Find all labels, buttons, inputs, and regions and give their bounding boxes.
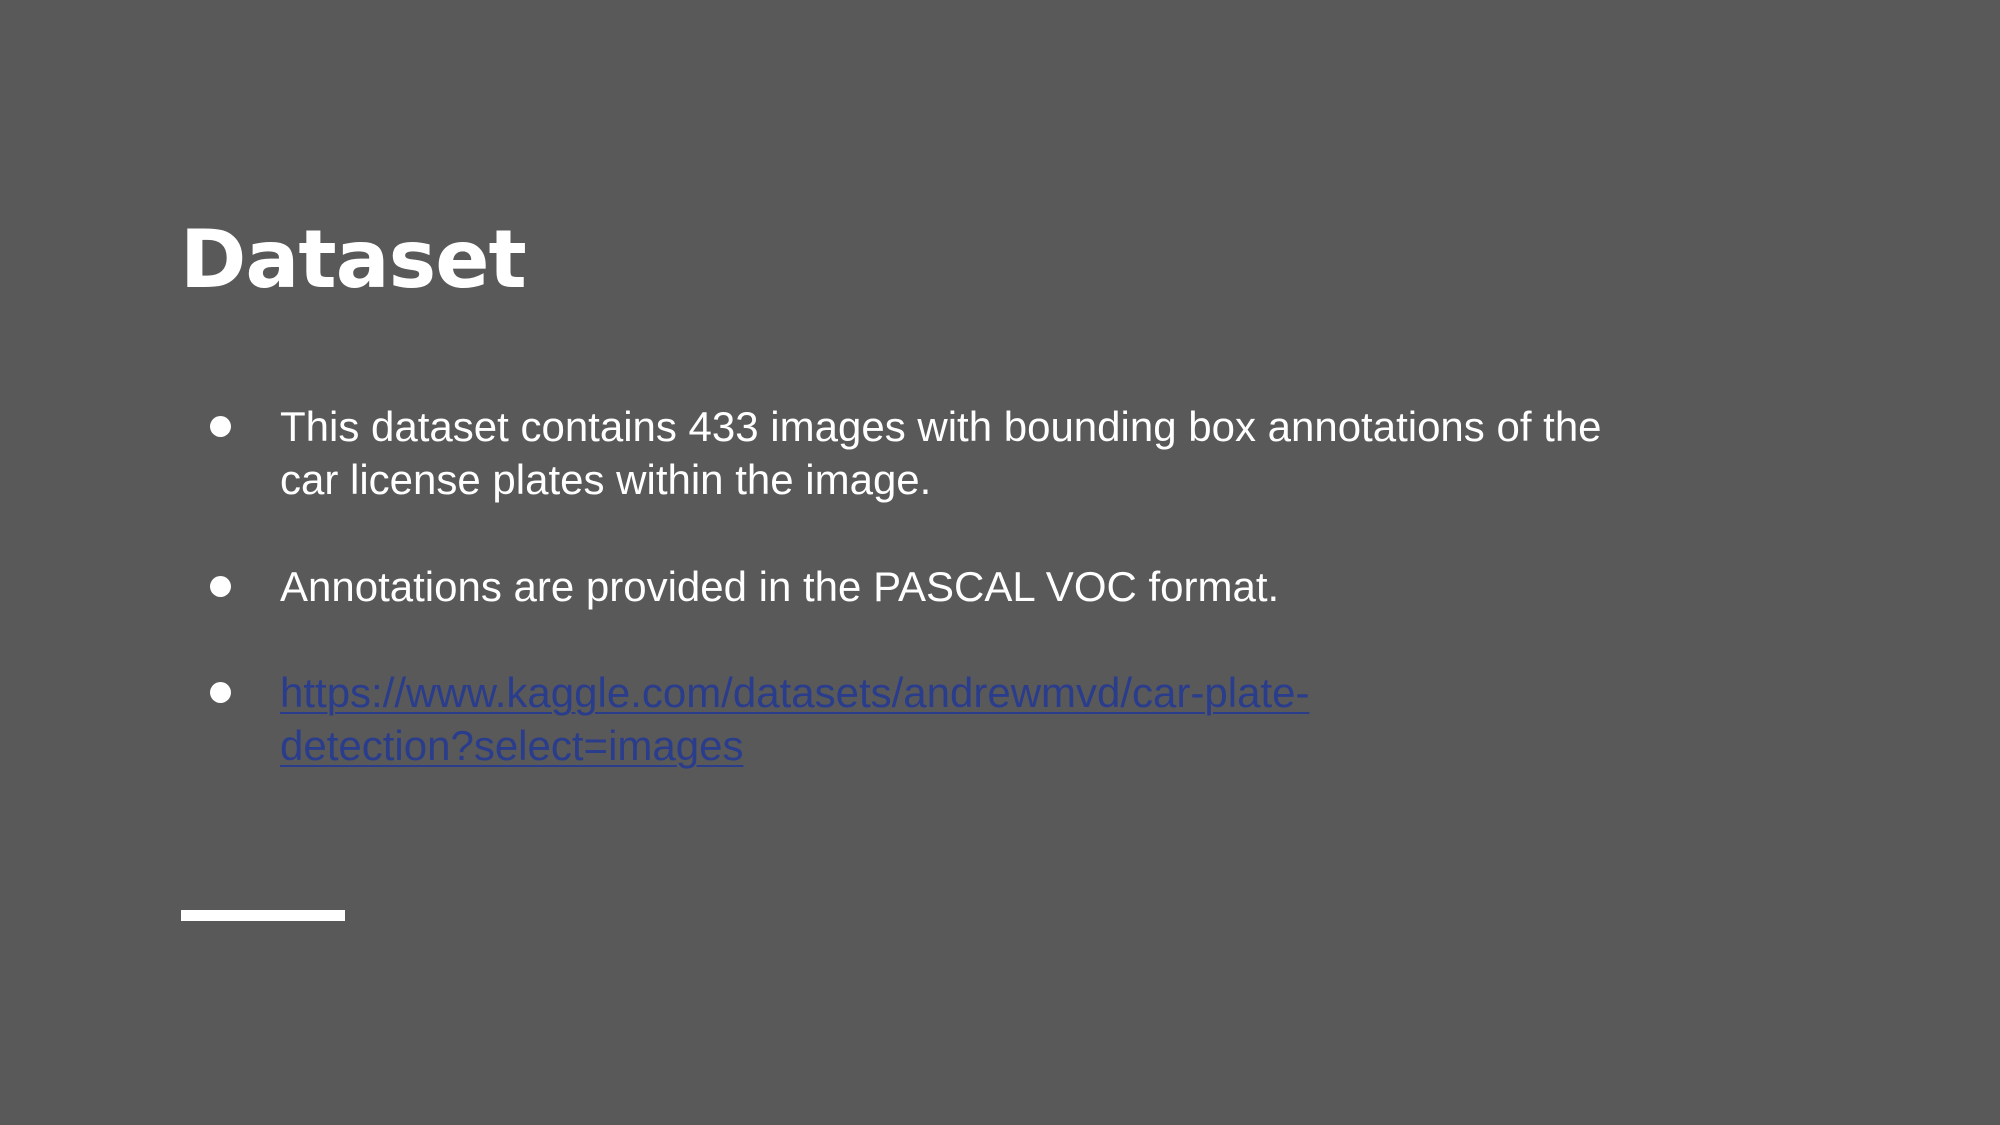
bullet-text: https://www.kaggle.com/datasets/andrewmv… [280, 666, 1720, 772]
bullet-text-line-2: car license plates within the image. [280, 456, 932, 503]
bullet-text-line-1: This dataset contains 433 images with bo… [280, 403, 1602, 450]
slide: Dataset This dataset contains 433 images… [0, 0, 2000, 1125]
bullet-dot-icon [210, 682, 231, 703]
bullet-dot-icon [210, 416, 231, 437]
bullet-list: This dataset contains 433 images with bo… [0, 0, 2000, 1125]
link-text-line-2: detection?select=images [280, 722, 744, 769]
link-text-line-1: https://www.kaggle.com/datasets/andrewmv… [280, 669, 1310, 716]
kaggle-dataset-link[interactable]: https://www.kaggle.com/datasets/andrewmv… [280, 666, 1720, 772]
bullet-dot-icon [210, 576, 231, 597]
bullet-text: This dataset contains 433 images with bo… [280, 400, 1720, 506]
bullet-text: Annotations are provided in the PASCAL V… [280, 563, 1280, 610]
accent-bar [181, 910, 345, 921]
